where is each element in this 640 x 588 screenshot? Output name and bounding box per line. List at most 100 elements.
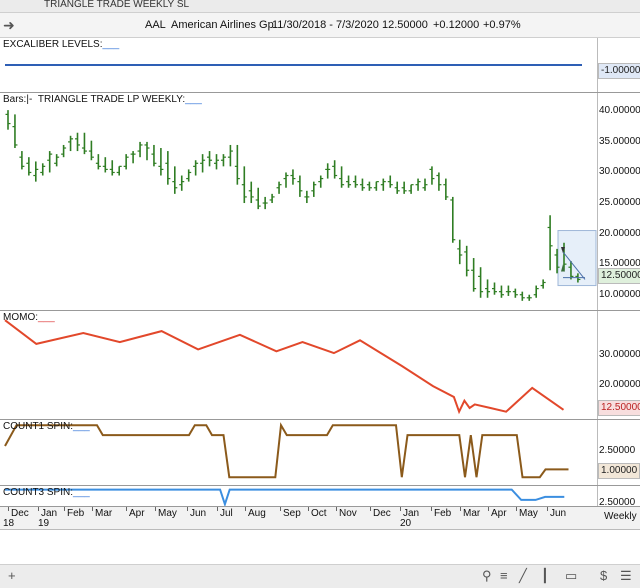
price-bar <box>366 181 372 191</box>
price-tick: 10.00000 <box>599 288 640 300</box>
price-bar <box>505 285 511 296</box>
price-bar <box>464 245 470 277</box>
price-bar <box>485 279 491 298</box>
month-tick <box>126 507 127 511</box>
momo-panel[interactable]: MOMO:___ 30.00000 20.00000 12.50000 <box>0 311 640 420</box>
month-label: Nov <box>339 508 357 519</box>
symbol-code[interactable]: AAL <box>145 19 166 31</box>
price-bar <box>241 166 247 204</box>
price-panel[interactable]: Bars:|- TRIANGLE TRADE LP WEEKLY:___ 40.… <box>0 93 640 311</box>
price-bar <box>526 294 532 301</box>
momo-label: MOMO:___ <box>3 312 55 323</box>
price-bar <box>102 157 108 173</box>
price-bar <box>186 169 192 182</box>
price-bar <box>457 239 463 265</box>
price-bar <box>234 144 240 185</box>
year-label-18: 18 <box>3 518 15 529</box>
month-label: Apr <box>491 508 507 519</box>
panel-icon[interactable]: ▭ <box>565 568 577 584</box>
month-tick <box>92 507 93 511</box>
month-label: Mar <box>463 508 481 519</box>
month-tick <box>336 507 337 511</box>
percent-change: +0.97% <box>483 19 521 31</box>
price-bar <box>394 181 400 194</box>
bar-chart-icon[interactable]: ┃ <box>541 568 549 584</box>
price-bar <box>311 181 317 197</box>
price-bar <box>172 166 178 194</box>
status-bar: + ⚲ ≡ ╱ ┃ ▭ $ ☰ <box>0 564 640 588</box>
month-label: Jul <box>220 508 233 519</box>
price-bar <box>276 181 282 194</box>
month-tick <box>400 507 401 511</box>
price-bar <box>339 166 345 188</box>
price-bar <box>220 154 226 167</box>
price-bar <box>207 151 213 167</box>
month-tick <box>516 507 517 511</box>
month-label: Oct <box>311 508 327 519</box>
price-bar <box>512 288 518 298</box>
month-tick <box>64 507 65 511</box>
price-bar <box>26 157 32 176</box>
price-bar <box>290 169 296 185</box>
add-icon[interactable]: + <box>8 568 16 583</box>
price-bar <box>415 178 421 191</box>
time-axis[interactable]: Dec Jan Feb Mar Apr May Jun Jul Aug Sep Oct Nov Dec J… <box>0 506 640 530</box>
price-bar <box>346 175 352 188</box>
price-bar <box>116 165 122 176</box>
price-bar <box>123 154 129 170</box>
price-bar <box>12 114 18 149</box>
price-bar <box>380 178 386 191</box>
month-label: Mar <box>95 508 113 519</box>
price-bar <box>40 163 46 176</box>
price-bar <box>422 178 428 191</box>
price-bar <box>200 154 206 173</box>
price-bar <box>248 181 254 204</box>
month-label: May <box>519 508 538 519</box>
price-bar <box>61 144 67 158</box>
momo-chart <box>4 319 565 415</box>
price-tick: 30.00000 <box>599 166 640 178</box>
price-bar <box>75 132 80 152</box>
price-bar <box>269 193 275 204</box>
price-tick: 20.00000 <box>599 227 640 239</box>
symbol-info-bar: ➜ AAL American Airlines Gp 11/30/2018 - … <box>0 13 640 38</box>
price-bar <box>137 141 143 158</box>
price-change: +0.12000 <box>433 19 480 31</box>
price-bar <box>519 291 525 301</box>
month-label: Aug <box>248 508 266 519</box>
line-chart-icon[interactable]: ╱ <box>519 568 527 584</box>
price-bar <box>450 196 456 243</box>
excaliber-panel[interactable]: EXCALIBER LEVELS:___ -1.00000 <box>0 38 640 93</box>
price-bar <box>262 196 268 210</box>
price-tick: 35.00000 <box>599 135 640 147</box>
price-bar <box>304 190 310 204</box>
list-icon[interactable]: ☰ <box>620 568 632 584</box>
properties-icon[interactable]: ≡ <box>500 568 508 583</box>
dollar-icon[interactable]: $ <box>600 568 607 583</box>
price-bar <box>492 282 497 295</box>
last-price: 12.50000 <box>382 19 428 31</box>
search-icon[interactable]: ⚲ <box>482 568 492 584</box>
price-bar <box>498 285 504 298</box>
count1-label: COUNT1 SPIN:___ <box>3 421 90 432</box>
price-bar <box>214 154 219 170</box>
price-bar <box>318 175 324 188</box>
price-bar <box>109 160 115 176</box>
month-tick <box>38 507 39 511</box>
price-bar <box>373 181 379 191</box>
month-tick <box>217 507 218 511</box>
interval-label[interactable]: Weekly <box>604 511 637 522</box>
month-tick <box>308 507 309 511</box>
price-bar <box>144 141 150 161</box>
count3-panel[interactable]: COUNT3 SPIN:___ <box>0 486 640 506</box>
month-tick <box>280 507 281 511</box>
price-bar <box>95 154 101 170</box>
price-bar <box>353 175 358 188</box>
price-bar <box>401 181 407 194</box>
month-label: Jun <box>550 508 567 519</box>
month-label: Feb <box>67 508 85 519</box>
count1-panel[interactable]: COUNT1 SPIN:___ 2.50000 1.00000 <box>0 420 640 486</box>
price-bar <box>533 285 539 298</box>
price-bar <box>227 144 233 167</box>
arrow-right-icon[interactable]: ➜ <box>3 17 15 34</box>
